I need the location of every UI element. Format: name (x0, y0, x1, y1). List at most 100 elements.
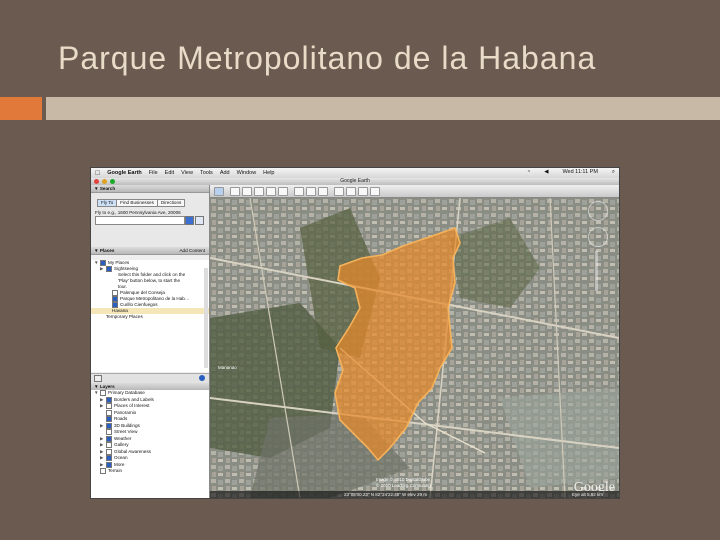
layers-label: Street View (114, 429, 138, 435)
map-label-marianao: Marianao (218, 365, 237, 370)
places-tree: ▼ My Places ▶ Sightseeing Select this folder… (91, 260, 209, 372)
satellite-imagery[interactable]: Marianao Image © 2010 DigitalGlobe © 201… (210, 197, 619, 498)
menu-view[interactable]: View (181, 170, 193, 176)
places-label: tour. (118, 284, 127, 289)
layers-item[interactable]: Terrain (91, 468, 209, 475)
places-footer (91, 373, 209, 383)
visibility-checkbox[interactable] (106, 461, 112, 468)
dropdown-button[interactable] (185, 216, 194, 225)
menu-add[interactable]: Add (220, 170, 230, 176)
close-window-button[interactable] (94, 179, 99, 184)
google-earth-screenshot:  Google Earth File Edit View Tools Add … (90, 167, 620, 499)
print-icon[interactable] (358, 187, 368, 196)
layers-label: Places of Interest (114, 403, 150, 409)
visibility-checkbox[interactable] (106, 455, 112, 461)
search-panel-header[interactable]: ▼ Search (91, 185, 209, 193)
visibility-checkbox[interactable] (106, 409, 112, 416)
places-item[interactable]: Temporary Places (91, 314, 209, 320)
search-header-label: Search (99, 186, 116, 191)
eye-altitude: Eye alt 5.82 km (572, 492, 604, 497)
email-icon[interactable] (346, 187, 356, 196)
zoom-window-button[interactable] (110, 179, 115, 184)
menu-app-name[interactable]: Google Earth (107, 170, 142, 176)
search-panel: Fly To Find Businesses Directions Fly to… (91, 193, 209, 247)
record-tour-icon[interactable] (278, 187, 288, 196)
zoom-slider[interactable] (595, 251, 598, 291)
layers-label: Global Awareness (114, 448, 151, 454)
sunlight-icon[interactable] (306, 187, 316, 196)
map-toolbar (210, 185, 619, 198)
places-label: Havana (112, 308, 128, 313)
navigation-controls (576, 201, 616, 301)
search-icon[interactable] (195, 216, 204, 225)
visibility-checkbox[interactable] (106, 396, 112, 403)
tab-find-businesses[interactable]: Find Businesses (116, 199, 158, 207)
visibility-checkbox[interactable] (106, 435, 112, 442)
wifi-icon[interactable]: ◔ (527, 169, 530, 176)
menu-tools[interactable]: Tools (200, 170, 213, 176)
compass-look-icon[interactable] (588, 201, 608, 221)
layers-label: Primary Database (108, 390, 145, 396)
places-label: Parque Metropolitano de la Hab… (120, 296, 190, 302)
places-label: Sightseeing (114, 266, 139, 272)
fly-to-input[interactable] (95, 216, 185, 225)
planet-icon[interactable] (318, 187, 328, 196)
tab-directions[interactable]: Directions (156, 199, 186, 207)
map-area[interactable]: Marianao Image © 2010 DigitalGlobe © 201… (210, 185, 619, 498)
visibility-checkbox[interactable] (106, 422, 112, 429)
visibility-checkbox[interactable] (100, 468, 106, 474)
layers-label: More (114, 461, 125, 467)
view-in-maps-icon[interactable] (370, 187, 380, 196)
places-scrollbar[interactable] (204, 268, 208, 368)
sidebar-toggle-icon[interactable] (214, 187, 224, 196)
spotlight-icon[interactable]: ⌕ (612, 169, 615, 176)
satellite-texture (210, 197, 619, 498)
volume-icon[interactable]: ◀ (544, 169, 548, 176)
map-status-bar: 23°05'00.23" N 82°24'22.48" W elev 29 m … (210, 491, 619, 498)
window-title: Google Earth (91, 178, 619, 185)
add-content-link[interactable]: Add Content (179, 247, 205, 254)
layers-label: Gallery (114, 442, 129, 448)
layers-label: Panoramio (114, 409, 137, 415)
visibility-checkbox[interactable] (106, 416, 112, 422)
visibility-checkbox[interactable] (106, 403, 112, 409)
fly-to-label: Fly to e.g., 1600 Pennsylvania Ave, 2000… (95, 210, 181, 215)
tab-fly-to[interactable]: Fly To (97, 199, 118, 207)
menu-file[interactable]: File (149, 170, 158, 176)
placemark-icon[interactable] (230, 187, 240, 196)
layers-label: Ocean (114, 455, 128, 461)
places-header-label: Places (99, 248, 115, 253)
map-attribution: Image © 2010 DigitalGlobe © 2010 Leadorg… (376, 477, 431, 489)
layers-label: Borders and Labels (114, 396, 154, 402)
layers-label: Terrain (108, 468, 123, 474)
polygon-icon[interactable] (242, 187, 252, 196)
apple-icon[interactable]:  (95, 170, 100, 177)
places-label: 'Play' button below, to start the (118, 278, 181, 283)
visibility-checkbox[interactable] (106, 448, 112, 455)
visibility-checkbox[interactable] (106, 429, 112, 435)
slide-title: Parque Metropolitano de la Habana (58, 40, 597, 76)
menu-window[interactable]: Window (237, 170, 257, 176)
tour-play-icon[interactable] (199, 375, 205, 381)
menu-edit[interactable]: Edit (165, 170, 174, 176)
historical-imagery-icon[interactable] (294, 187, 304, 196)
places-panel-header[interactable]: ▼ Places Add Content (91, 247, 209, 255)
accent-bar-tan (46, 97, 720, 120)
attribution-line-2: © 2010 Leadorg Consulting (376, 483, 431, 488)
menu-clock[interactable]: Wed 11:11 PM (562, 169, 597, 176)
move-joystick-icon[interactable] (588, 227, 608, 247)
layers-tree: ▼ Primary Database ▶ Borders and Labels ▶ Pla… (91, 390, 209, 498)
path-icon[interactable] (254, 187, 264, 196)
image-overlay-icon[interactable] (266, 187, 276, 196)
layers-label: Weather (114, 435, 132, 441)
places-label: Palenque del Conseja (120, 290, 165, 296)
coordinate-readout: 23°05'00.23" N 82°24'22.48" W elev 29 m (344, 492, 428, 497)
layers-header-label: Layers (99, 384, 115, 389)
places-label: Temporary Places (106, 314, 143, 319)
search-footer-icon[interactable] (94, 375, 102, 382)
visibility-checkbox[interactable] (100, 390, 106, 396)
ruler-icon[interactable] (334, 187, 344, 196)
visibility-checkbox[interactable] (106, 442, 112, 448)
menu-help[interactable]: Help (263, 170, 274, 176)
minimize-window-button[interactable] (102, 179, 107, 184)
